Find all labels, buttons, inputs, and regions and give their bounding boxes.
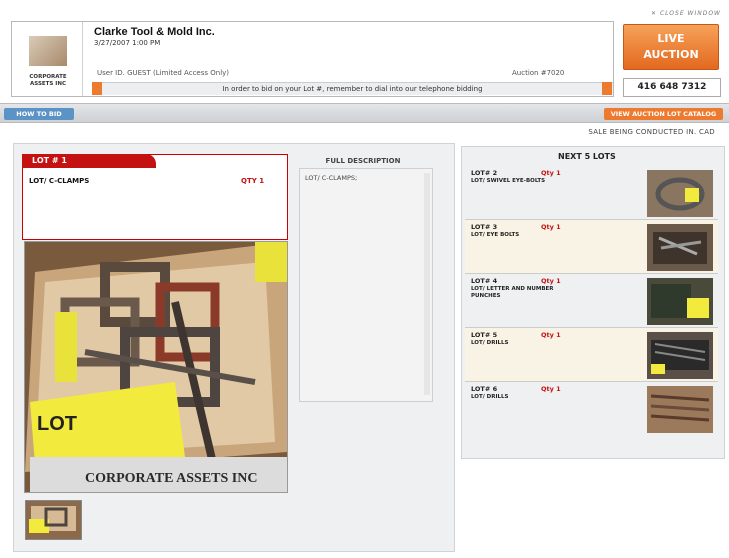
drills-image xyxy=(647,332,713,379)
next-lot-number: LOT# 2 xyxy=(471,169,498,177)
auction-header: CORPORATE ASSETS INC Clarke Tool & Mold … xyxy=(11,21,614,97)
notice-right-cap xyxy=(602,82,612,95)
next-lot-image xyxy=(647,224,713,271)
live-auction-line1: LIVE xyxy=(657,32,685,45)
auction-number: Auction #7020 xyxy=(512,69,565,77)
bidding-notice: In order to bid on your Lot #, remember … xyxy=(92,82,613,95)
description-scrollbar[interactable] xyxy=(424,173,430,395)
auction-datetime: 3/27/2007 1:00 PM xyxy=(94,39,161,47)
company-logo: CORPORATE ASSETS INC xyxy=(12,22,83,96)
next-lot-desc: LOT/ DRILLS xyxy=(471,394,509,400)
full-description-title: FULL DESCRIPTION xyxy=(325,157,401,165)
top-bar xyxy=(0,0,729,18)
live-auction-line2: AUCTION xyxy=(643,48,699,61)
c-clamps-image: LOT CORPORATE ASSETS INC xyxy=(25,242,287,492)
next-lot-qty: Qty 1 xyxy=(541,223,561,231)
view-catalog-button[interactable]: VIEW AUCTION LOT CATALOG xyxy=(604,108,723,120)
next-lot-qty: Qty 1 xyxy=(541,277,561,285)
next-lots-title: NEXT 5 LOTS xyxy=(558,152,616,161)
next-lot-desc: LOT/ EYE BOLTS xyxy=(471,232,520,238)
lot-name: LOT/ C-CLAMPS xyxy=(29,177,90,185)
full-description-box: LOT/ C-CLAMPS; xyxy=(299,168,433,402)
next-lot-qty: Qty 1 xyxy=(541,385,561,393)
next-lot-qty: Qty 1 xyxy=(541,331,561,339)
how-to-bid-button[interactable]: HOW TO BID xyxy=(4,108,74,120)
notice-left-cap xyxy=(92,82,102,95)
live-auction-button[interactable]: LIVE AUCTION xyxy=(623,24,719,70)
thumbnail-image xyxy=(26,501,81,539)
close-window-link[interactable]: ✕ CLOSE WINDOW xyxy=(651,10,721,17)
photo-banner-text: CORPORATE ASSETS INC xyxy=(85,471,257,486)
lot-tab: LOT # 1 xyxy=(22,154,156,168)
company-name: Clarke Tool & Mold Inc. xyxy=(94,26,215,38)
lot-thumbnail[interactable] xyxy=(25,500,82,540)
next-lot-image xyxy=(647,332,713,379)
photo-lot-label: LOT xyxy=(37,413,77,435)
lot-qty: QTY 1 xyxy=(241,177,265,185)
next-lot-desc: LOT/ SWIVEL EYE-BOLTS xyxy=(471,178,546,184)
lot-photo[interactable]: LOT CORPORATE ASSETS INC xyxy=(24,241,288,493)
drills-image xyxy=(647,386,713,433)
sale-currency: SALE BEING CONDUCTED IN. CAD xyxy=(588,128,715,136)
next-lot-desc: LOT/ LETTER AND NUMBER PUNCHES xyxy=(471,286,554,299)
full-description-text: LOT/ C-CLAMPS; xyxy=(305,174,358,182)
next-lot-number: LOT# 3 xyxy=(471,223,498,231)
logo-name: CORPORATE ASSETS INC xyxy=(29,74,67,87)
phone-number: 416 648 7312 xyxy=(623,78,721,97)
next-lot-row[interactable]: LOT# 2 Qty 1 LOT/ SWIVEL EYE-BOLTS xyxy=(465,166,718,220)
next-lot-row[interactable]: LOT# 6 Qty 1 LOT/ DRILLS xyxy=(465,382,718,435)
next-lot-number: LOT# 6 xyxy=(471,385,498,393)
next-lot-row[interactable]: LOT# 3 Qty 1 LOT/ EYE BOLTS xyxy=(465,220,718,274)
next-lot-image xyxy=(647,278,713,325)
swivel-eye-bolts-image xyxy=(647,170,713,217)
next-lot-image xyxy=(647,386,713,433)
logo-mark-icon xyxy=(29,36,67,66)
next-lot-row[interactable]: LOT# 4 Qty 1 LOT/ LETTER AND NUMBER PUNC… xyxy=(465,274,718,328)
punches-image xyxy=(647,278,713,325)
next-lot-number: LOT# 4 xyxy=(471,277,498,285)
user-id: User ID. GUEST (Limited Access Only) xyxy=(97,69,230,77)
next-lot-image xyxy=(647,170,713,217)
next-lot-row[interactable]: LOT# 5 Qty 1 LOT/ DRILLS xyxy=(465,328,718,382)
next-lot-desc: LOT/ DRILLS xyxy=(471,340,509,346)
next-lot-qty: Qty 1 xyxy=(541,169,561,177)
eye-bolts-image xyxy=(647,224,713,271)
next-lot-number: LOT# 5 xyxy=(471,331,498,339)
